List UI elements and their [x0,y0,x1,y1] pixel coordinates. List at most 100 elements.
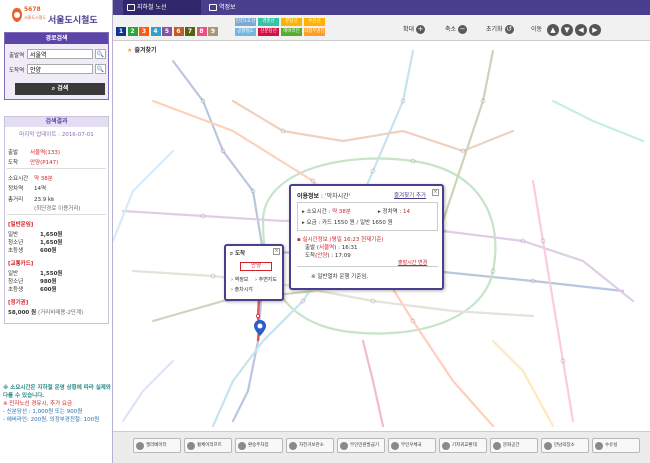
route-info-title: 이용정보 : '막차시간' [297,193,351,200]
line-5-button[interactable]: 5 [162,27,172,36]
search-button-label: 검색 [57,85,69,92]
route-search-header: 경로검색 [5,33,108,44]
facility-icon [442,442,450,450]
destination-row: 도착역 🔍 [9,64,106,74]
move-label: 이동 [531,26,543,33]
general-fare-youth: 청소년 1,650원 [8,240,63,246]
star-icon: ★ [127,47,133,54]
origin-label: 출발역 [9,53,25,59]
favorites-link[interactable]: ★ 즐겨찾기 [127,45,157,54]
station-info-link[interactable]: › 역정보 [231,276,248,283]
popup-arrival: 도착(안양) : 17:09 [305,253,351,259]
popup-note: ※ 일반열차 운행 기준임. [311,274,369,280]
note-time: ※ 소요시간은 지하철 운영 상황에 따라 실제와 다를 수 있습니다. [3,385,111,399]
line-name-button[interactable]: 경춘선 [258,18,279,26]
facility-filter-button[interactable]: 휠체어리프트 [184,438,232,453]
destination-label: 도착역 [9,68,25,74]
facility-icon [595,442,603,450]
facility-filter-button[interactable]: 문화공간 [490,438,538,453]
line-4-button[interactable]: 4 [150,27,161,36]
departure-time-link[interactable]: › 출차시각 [231,286,253,293]
popup-travel-time: ▸ 소요시간 : 약 38분 [302,209,351,215]
facility-icon [340,442,348,450]
zoom-out-button[interactable]: 축소 − [445,24,468,36]
logo-mark-icon [12,8,22,22]
line-name-button[interactable]: 분당선 [281,18,302,26]
line-name-button[interactable]: 인천1호선 [235,18,256,26]
note-shinbundang: - 신분당선 : 1,000원 또는 900원 [3,409,83,415]
line-name-button[interactable]: 수인선 [304,18,325,26]
card-fare-youth: 청소년 980원 [8,279,57,285]
line-2-button[interactable]: 2 [127,27,138,36]
reset-button[interactable]: 초기화 ↺ [486,24,514,36]
line-1-button[interactable]: 1 [116,27,126,36]
line-name-button[interactable]: 신분당선 [258,28,279,36]
top-tab-bar: 지하철 노선 역정보 [113,0,650,15]
pass-fare: 58,000 원 (거리비례용-2단계) [8,310,84,316]
line-name-button[interactable]: 공항철도 [235,28,256,36]
sidebar: 5678 서울도시철도 서울도시철도 경로검색 출발역 🔍 도착역 🔍 ⌕ 검색… [0,0,113,463]
brand-name: 서울도시철도 [48,16,98,26]
facility-icon [493,442,501,450]
facility-icon [136,442,144,450]
facility-filter-button[interactable]: 무인민원발급기 [337,438,385,453]
origin-find-icon[interactable]: 🔍 [95,49,106,59]
live-info-header: ▪ 실시간정보 (평일 16:23 현재기준) [297,237,384,243]
facility-filter-button[interactable]: 무인우체국 [388,438,436,453]
card-fare-header: [교통카드] [8,261,34,267]
facility-filter-button[interactable]: 환승주차장 [235,438,283,453]
subway-map[interactable]: ★ 즐겨찾기 이용정보 : '막차시간' 즐겨찾기 추가 × ▸ 소요시간 : … [113,41,650,431]
app: 5678 서울도시철도 서울도시철도 경로검색 출발역 🔍 도착역 🔍 ⌕ 검색… [0,0,650,463]
subway-icon [127,4,135,11]
general-fare-child: 초등생 600원 [8,248,57,254]
card-fare-child: 초등생 600원 [8,287,57,293]
travel-time: 소요시간 약 38분 [8,176,53,182]
station-popup: ⌕ 도착 × 안양 › 역정보 › 주변지도 › 출차시각 [224,244,284,301]
brand-logo[interactable]: 5678 서울도시철도 서울도시철도 [8,4,108,30]
add-favorite-link[interactable]: 즐겨찾기 추가 [394,191,426,199]
last-updated: 마지막 업데이트 : 2016-07-01 [19,132,94,138]
facility-filter-button[interactable]: 자전거보관소 [286,438,334,453]
line-7-button[interactable]: 7 [185,27,195,36]
pass-header: [정기권] [8,300,29,306]
facility-icon [391,442,399,450]
facility-filter-button[interactable]: 만남의장소 [541,438,589,453]
arrow-left-icon[interactable]: ◀ [575,24,587,36]
popup-fare: ▸ 요금 : 카드 1550 원 / 일반 1650 원 [302,220,393,226]
route-info-popup: 이용정보 : '막차시간' 즐겨찾기 추가 × ▸ 소요시간 : 약 38분 ▸… [289,184,444,290]
line-name-button[interactable]: 의정부경전철 [304,28,325,36]
route-summary-box: ▸ 소요시간 : 약 38분 ▸ 정차역 : 14 ▸ 요금 : 카드 1550… [297,202,438,231]
arrow-down-icon[interactable]: ▼ [561,24,573,36]
origin-input[interactable] [27,49,93,59]
destination-find-icon[interactable]: 🔍 [95,64,106,74]
brand-sub: 서울도시철도 [24,15,47,20]
fare-notes: ※ 소요시간은 지하철 운영 상황에 따라 실제와 다를 수 있습니다. ※ 민… [3,384,111,424]
popup-stop-count: ▸ 정차역 : 14 [378,209,411,215]
line-name-button[interactable]: 에버라인 [281,28,302,36]
facility-icon [544,442,552,450]
search-button[interactable]: ⌕ 검색 [15,83,105,95]
station-icon [209,4,217,11]
line-6-button[interactable]: 6 [173,27,184,36]
arrow-up-icon[interactable]: ▲ [547,24,559,36]
change-departure-link[interactable]: 출발시간 변경 [398,259,427,266]
close-icon[interactable]: × [432,189,439,196]
zoom-in-button[interactable]: 확대 + [403,24,426,36]
around-map-link[interactable]: › 주변지도 [255,276,277,283]
facility-filter-button[interactable]: 수유실 [592,438,640,453]
station-popup-title: ⌕ 도착 [230,251,246,257]
search-result-panel: 검색결과 마지막 업데이트 : 2016-07-01 출발 서울역(133) 도착… [4,116,109,324]
arrow-right-icon[interactable]: ▶ [589,24,601,36]
line-9-button[interactable]: 9 [208,27,218,36]
facility-filter-button[interactable]: 기저귀교환대 [439,438,487,453]
map-toolbar: 123456789 인천1호선 경춘선 분당선 수인선공항철도 신분당선 에버라인 의정부경… [113,15,650,41]
plus-icon: + [416,25,426,34]
line-3-button[interactable]: 3 [139,27,149,36]
close-icon[interactable]: × [273,248,280,255]
tab-subway-lines[interactable]: 지하철 노선 [123,0,201,15]
tab-station-info[interactable]: 역정보 [205,0,265,15]
facility-filter-button[interactable]: 엘리베이터 [133,438,181,453]
map-pin-icon[interactable] [253,319,267,337]
line-8-button[interactable]: 8 [196,27,207,36]
destination-input[interactable] [27,64,93,74]
